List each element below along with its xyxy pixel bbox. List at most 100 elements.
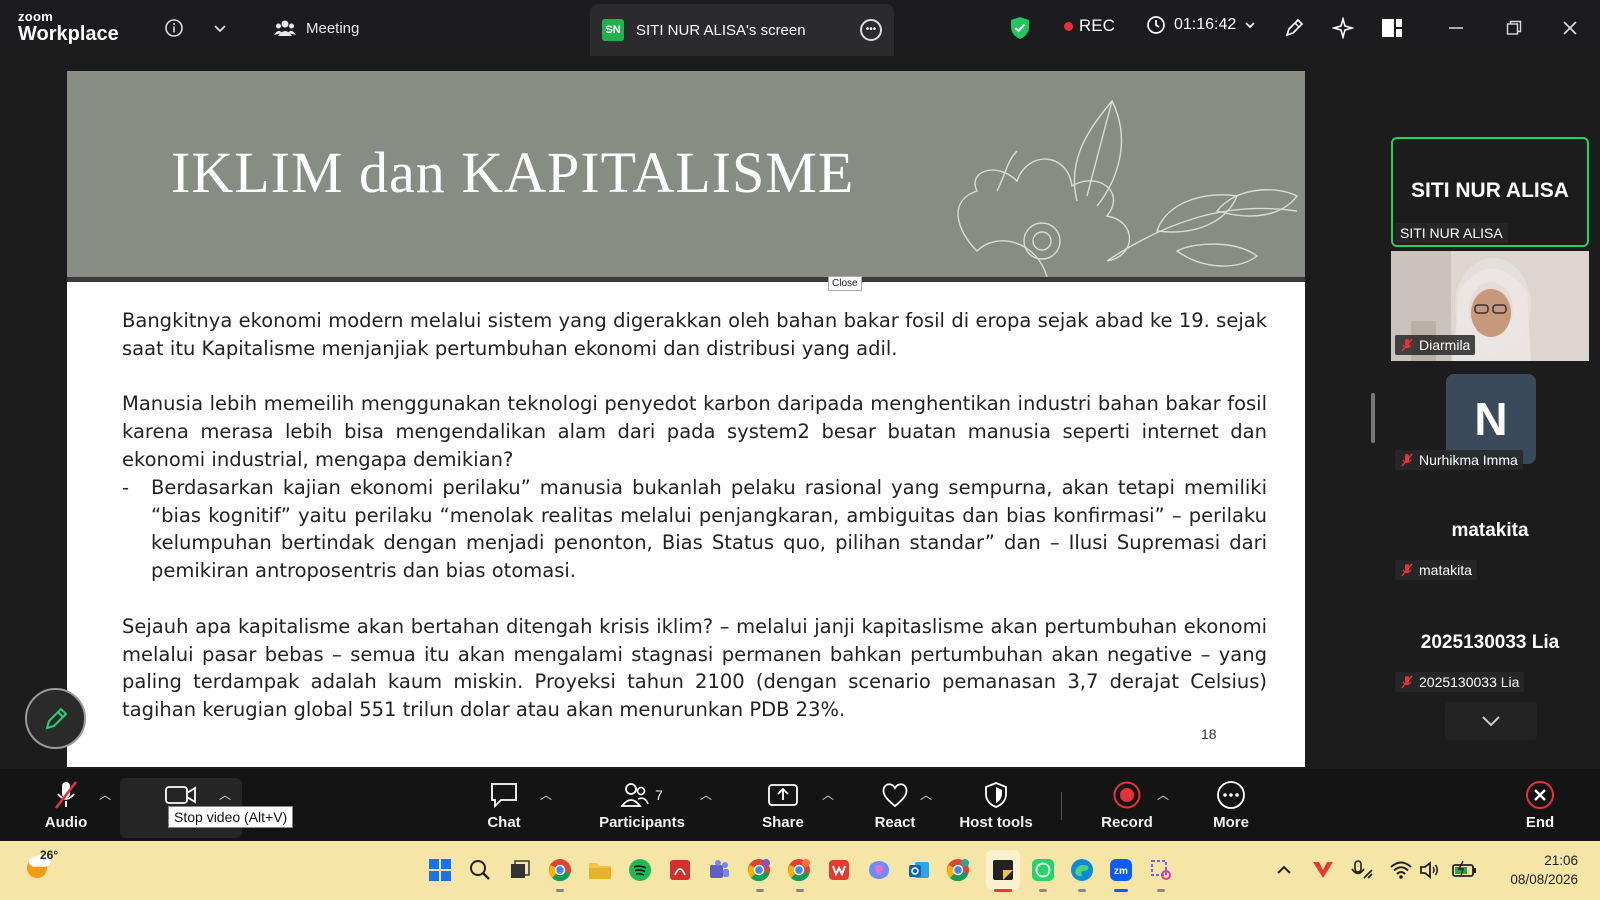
mic-muted-icon: [1400, 675, 1414, 689]
participant-label-text: 2025130033 Lia: [1419, 674, 1520, 690]
slide-header: IKLIM dan KAPITALISME: [67, 71, 1305, 277]
snipping-tool-icon[interactable]: [1149, 858, 1173, 882]
zoom-taskbar-icon[interactable]: zm: [1109, 858, 1133, 882]
host-tools-button[interactable]: Host tools: [958, 769, 1034, 841]
running-indicator: [1078, 889, 1086, 892]
teams-icon[interactable]: [707, 858, 731, 882]
chrome-profile-2-icon[interactable]: [787, 858, 811, 882]
meeting-button[interactable]: Meeting: [274, 14, 359, 42]
chat-bubble-icon: [489, 780, 519, 810]
react-options-caret-icon[interactable]: ︿: [920, 786, 932, 803]
meeting-label: Meeting: [306, 19, 360, 37]
record-button[interactable]: Record: [1101, 769, 1153, 841]
more-options-icon[interactable]: •••: [860, 19, 882, 41]
pencil-icon: [45, 707, 67, 729]
bullet-text: Berdasarkan kajian ekonomi perilaku” man…: [151, 475, 1267, 583]
video-options-caret-icon[interactable]: ︿: [219, 786, 231, 803]
file-explorer-icon[interactable]: [588, 858, 612, 882]
record-label: Record: [1101, 813, 1153, 831]
chevron-down-icon: [1245, 22, 1255, 29]
info-icon[interactable]: [160, 14, 188, 42]
audio-button[interactable]: Audio: [40, 769, 92, 841]
chrome-profile-icon[interactable]: [747, 858, 771, 882]
slide-page-number: 18: [1201, 726, 1217, 742]
antivirus-tray-icon[interactable]: [1311, 858, 1335, 882]
audio-options-caret-icon[interactable]: ︿: [99, 786, 111, 803]
restore-icon[interactable]: [1500, 14, 1528, 42]
record-options-caret-icon[interactable]: ︿: [1157, 786, 1169, 803]
encryption-shield-icon[interactable]: [1006, 14, 1034, 42]
video-button[interactable]: V: [160, 769, 202, 841]
chat-options-caret-icon[interactable]: ︿: [540, 786, 552, 803]
panel-scrollbar[interactable]: [1371, 393, 1375, 443]
participants-count: 7: [655, 786, 663, 803]
participant-tile-lia[interactable]: 2025130033 Lia 2025130033 Lia: [1391, 627, 1589, 697]
participants-options-caret-icon[interactable]: ︿: [700, 786, 712, 803]
participant-tile-active-speaker[interactable]: SITI NUR ALISA SITI NUR ALISA: [1391, 137, 1589, 247]
participant-video-tile[interactable]: Diarmila: [1391, 251, 1589, 361]
volume-icon[interactable]: [1418, 858, 1442, 882]
task-view-icon[interactable]: [508, 858, 532, 882]
sticky-notes-active-icon[interactable]: [986, 850, 1020, 890]
title-bar: zoom Workplace Meeting SN SITI NUR ALISA…: [0, 0, 1600, 56]
participant-tile-nurhikma[interactable]: Nurhikma Imma: [1391, 444, 1589, 474]
screen-tab-label: SITI NUR ALISA's screen: [636, 21, 806, 39]
search-icon[interactable]: [468, 858, 492, 882]
spotify-icon[interactable]: [628, 858, 652, 882]
edge-icon[interactable]: [1070, 858, 1094, 882]
chrome-profile-3-icon[interactable]: [946, 858, 970, 882]
system-tray-chevron-icon[interactable]: [1272, 858, 1296, 882]
share-button[interactable]: Share: [762, 769, 804, 841]
wps-office-icon[interactable]: [827, 858, 851, 882]
participants-button[interactable]: 7 Participants: [599, 769, 685, 841]
minimize-icon[interactable]: [1442, 14, 1470, 42]
running-indicator: [1039, 889, 1047, 892]
battery-charging-icon[interactable]: [1452, 858, 1476, 882]
weather-widget[interactable]: 26°: [24, 848, 59, 886]
annotation-pen-button[interactable]: [25, 688, 86, 749]
more-button[interactable]: More: [1210, 769, 1252, 841]
meeting-timer[interactable]: 01:16:42: [1146, 15, 1256, 35]
layout-view-icon[interactable]: [1378, 14, 1406, 42]
shared-slide: IKLIM dan KAPITALISME Bangkitnya ekonomi…: [67, 71, 1305, 767]
share-options-caret-icon[interactable]: ︿: [822, 786, 834, 803]
toolbar-separator: [1061, 792, 1062, 820]
end-meeting-icon: [1525, 780, 1555, 810]
mic-muted-icon: [52, 780, 80, 810]
close-icon[interactable]: [1556, 14, 1584, 42]
heart-icon: [880, 780, 910, 810]
running-indicator: [756, 889, 764, 892]
outlook-icon[interactable]: [907, 858, 931, 882]
screen-share-tab[interactable]: SN SITI NUR ALISA's screen •••: [590, 4, 894, 56]
wifi-icon[interactable]: [1389, 858, 1413, 882]
pdf-reader-icon[interactable]: [668, 858, 692, 882]
end-button[interactable]: End: [1520, 769, 1560, 841]
windows-start-icon[interactable]: [428, 858, 452, 882]
participant-tile-matakita[interactable]: matakita matakita: [1391, 515, 1589, 585]
participant-label-text: Diarmila: [1419, 337, 1471, 353]
slide-paragraph-2: Manusia lebih memeilih menggunakan tekno…: [122, 392, 1267, 471]
participant-label-text: SITI NUR ALISA: [1400, 225, 1503, 241]
end-label: End: [1525, 813, 1555, 831]
weather-temperature: 26°: [40, 848, 59, 862]
copilot-icon[interactable]: [867, 858, 891, 882]
recording-indicator[interactable]: REC: [1064, 16, 1115, 36]
running-indicator: [796, 889, 804, 892]
panel-scroll-down-button[interactable]: [1445, 702, 1537, 740]
react-label: React: [874, 813, 916, 831]
ai-sparkle-icon[interactable]: [1329, 14, 1357, 42]
react-button[interactable]: React: [872, 769, 918, 841]
chrome-icon[interactable]: [548, 858, 572, 882]
shield-icon: [983, 780, 1009, 810]
slide-paragraph-3: Sejauh apa kapitalisme akan bertahan dit…: [122, 614, 1267, 722]
taskbar-clock[interactable]: 21:06 08/08/2026: [1494, 851, 1578, 889]
participant-name-label: Diarmila: [1395, 335, 1476, 355]
voice-input-icon[interactable]: [1350, 858, 1374, 882]
chat-button[interactable]: Chat: [480, 769, 528, 841]
close-tooltip[interactable]: Close: [828, 276, 862, 291]
chevron-down-icon[interactable]: [206, 14, 234, 42]
header-divider: [67, 277, 1305, 282]
zoom-logo: zoom Workplace: [18, 10, 119, 44]
whatsapp-icon[interactable]: [1031, 858, 1055, 882]
annotate-pen-icon[interactable]: [1280, 14, 1308, 42]
